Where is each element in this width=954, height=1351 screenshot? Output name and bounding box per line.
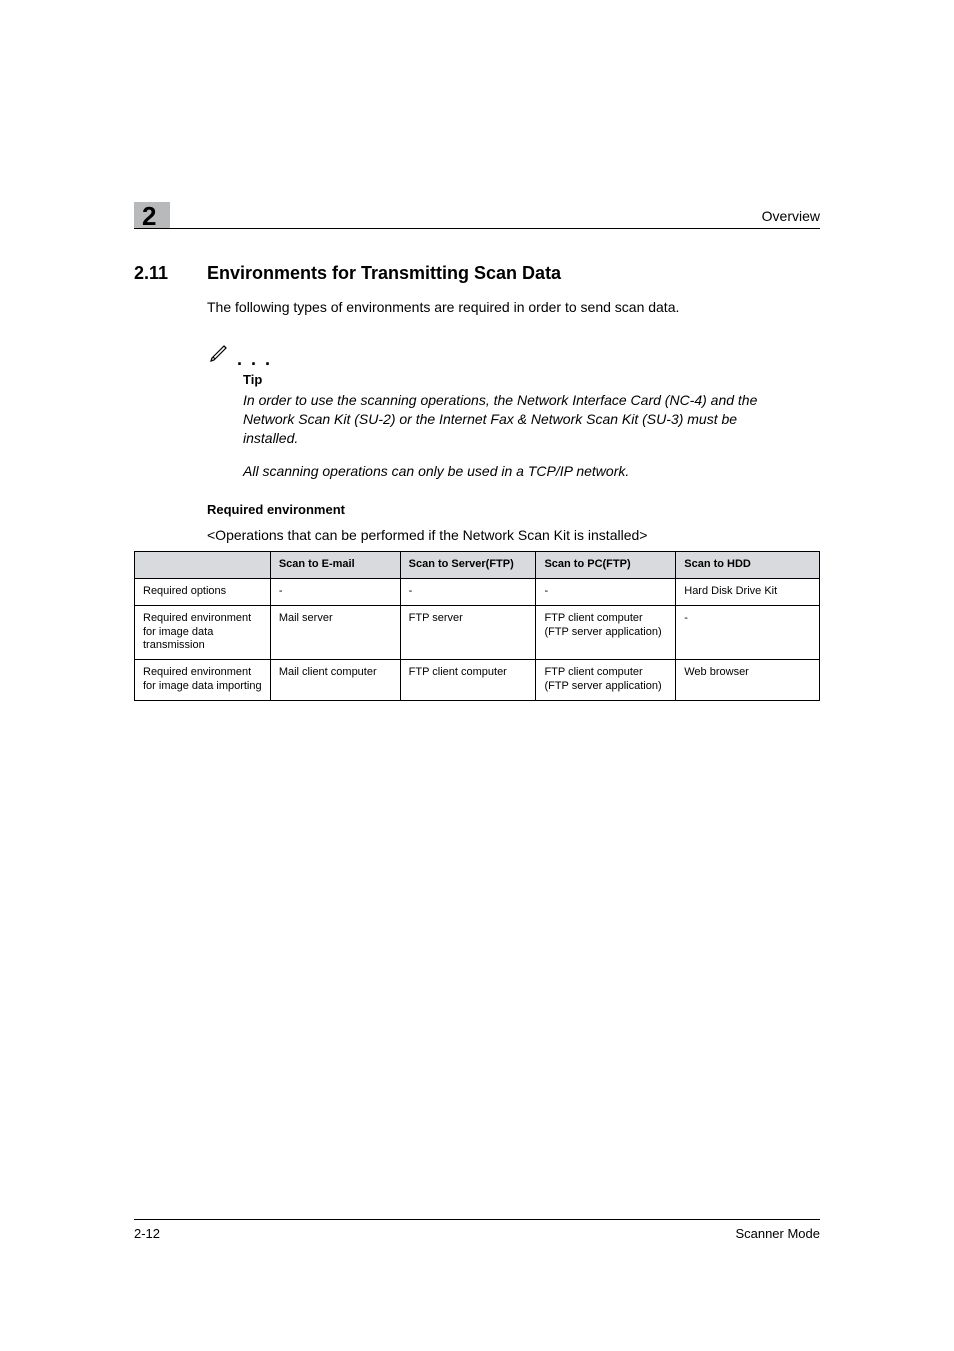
- section-intro: The following types of environments are …: [207, 298, 777, 317]
- note-dots: . . .: [237, 349, 272, 369]
- table-row: Required environment for image data impo…: [135, 660, 820, 701]
- footer-mode: Scanner Mode: [735, 1226, 820, 1241]
- header-overview: Overview: [762, 208, 820, 224]
- table-header-row: Scan to E-mail Scan to Server(FTP) Scan …: [135, 552, 820, 579]
- tip-block: . . . Tip In order to use the scanning o…: [207, 339, 820, 481]
- tip-text-1: In order to use the scanning operations,…: [243, 391, 783, 448]
- th-scan-pc: Scan to PC(FTP): [536, 552, 676, 579]
- cell: FTP client computer(FTP server applicati…: [536, 660, 676, 701]
- cell: -: [536, 579, 676, 606]
- section-number: 2.11: [134, 263, 189, 284]
- pencil-icon: [207, 339, 233, 370]
- th-scan-hdd: Scan to HDD: [676, 552, 820, 579]
- header-rule: [134, 228, 820, 229]
- cell: Required environment for image data impo…: [135, 660, 271, 701]
- cell: Mail client computer: [270, 660, 400, 701]
- th-scan-email: Scan to E-mail: [270, 552, 400, 579]
- page: 2 Overview 2.11 Environments for Transmi…: [0, 0, 954, 1351]
- required-env-heading: Required environment: [207, 502, 820, 517]
- cell: Required environment for image data tran…: [135, 605, 271, 659]
- footer-page-num: 2-12: [134, 1226, 160, 1241]
- cell: Web browser: [676, 660, 820, 701]
- th-blank: [135, 552, 271, 579]
- section-heading: 2.11 Environments for Transmitting Scan …: [134, 263, 820, 284]
- table-row: Required options - - - Hard Disk Drive K…: [135, 579, 820, 606]
- section-title: Environments for Transmitting Scan Data: [207, 263, 561, 284]
- page-footer: 2-12 Scanner Mode: [134, 1219, 820, 1241]
- cell: -: [676, 605, 820, 659]
- tip-text-2: All scanning operations can only be used…: [243, 462, 783, 481]
- table-caption: <Operations that can be performed if the…: [207, 527, 820, 543]
- chapter-badge: 2: [134, 202, 170, 228]
- cell: -: [270, 579, 400, 606]
- env-table: Scan to E-mail Scan to Server(FTP) Scan …: [134, 551, 820, 700]
- cell: FTP client computer: [400, 660, 536, 701]
- cell: FTP server: [400, 605, 536, 659]
- cell: FTP client computer(FTP server applicati…: [536, 605, 676, 659]
- table-row: Required environment for image data tran…: [135, 605, 820, 659]
- cell: Required options: [135, 579, 271, 606]
- cell: -: [400, 579, 536, 606]
- cell: Hard Disk Drive Kit: [676, 579, 820, 606]
- th-scan-server: Scan to Server(FTP): [400, 552, 536, 579]
- tip-label: Tip: [243, 372, 820, 387]
- chapter-number: 2: [142, 201, 156, 232]
- cell: Mail server: [270, 605, 400, 659]
